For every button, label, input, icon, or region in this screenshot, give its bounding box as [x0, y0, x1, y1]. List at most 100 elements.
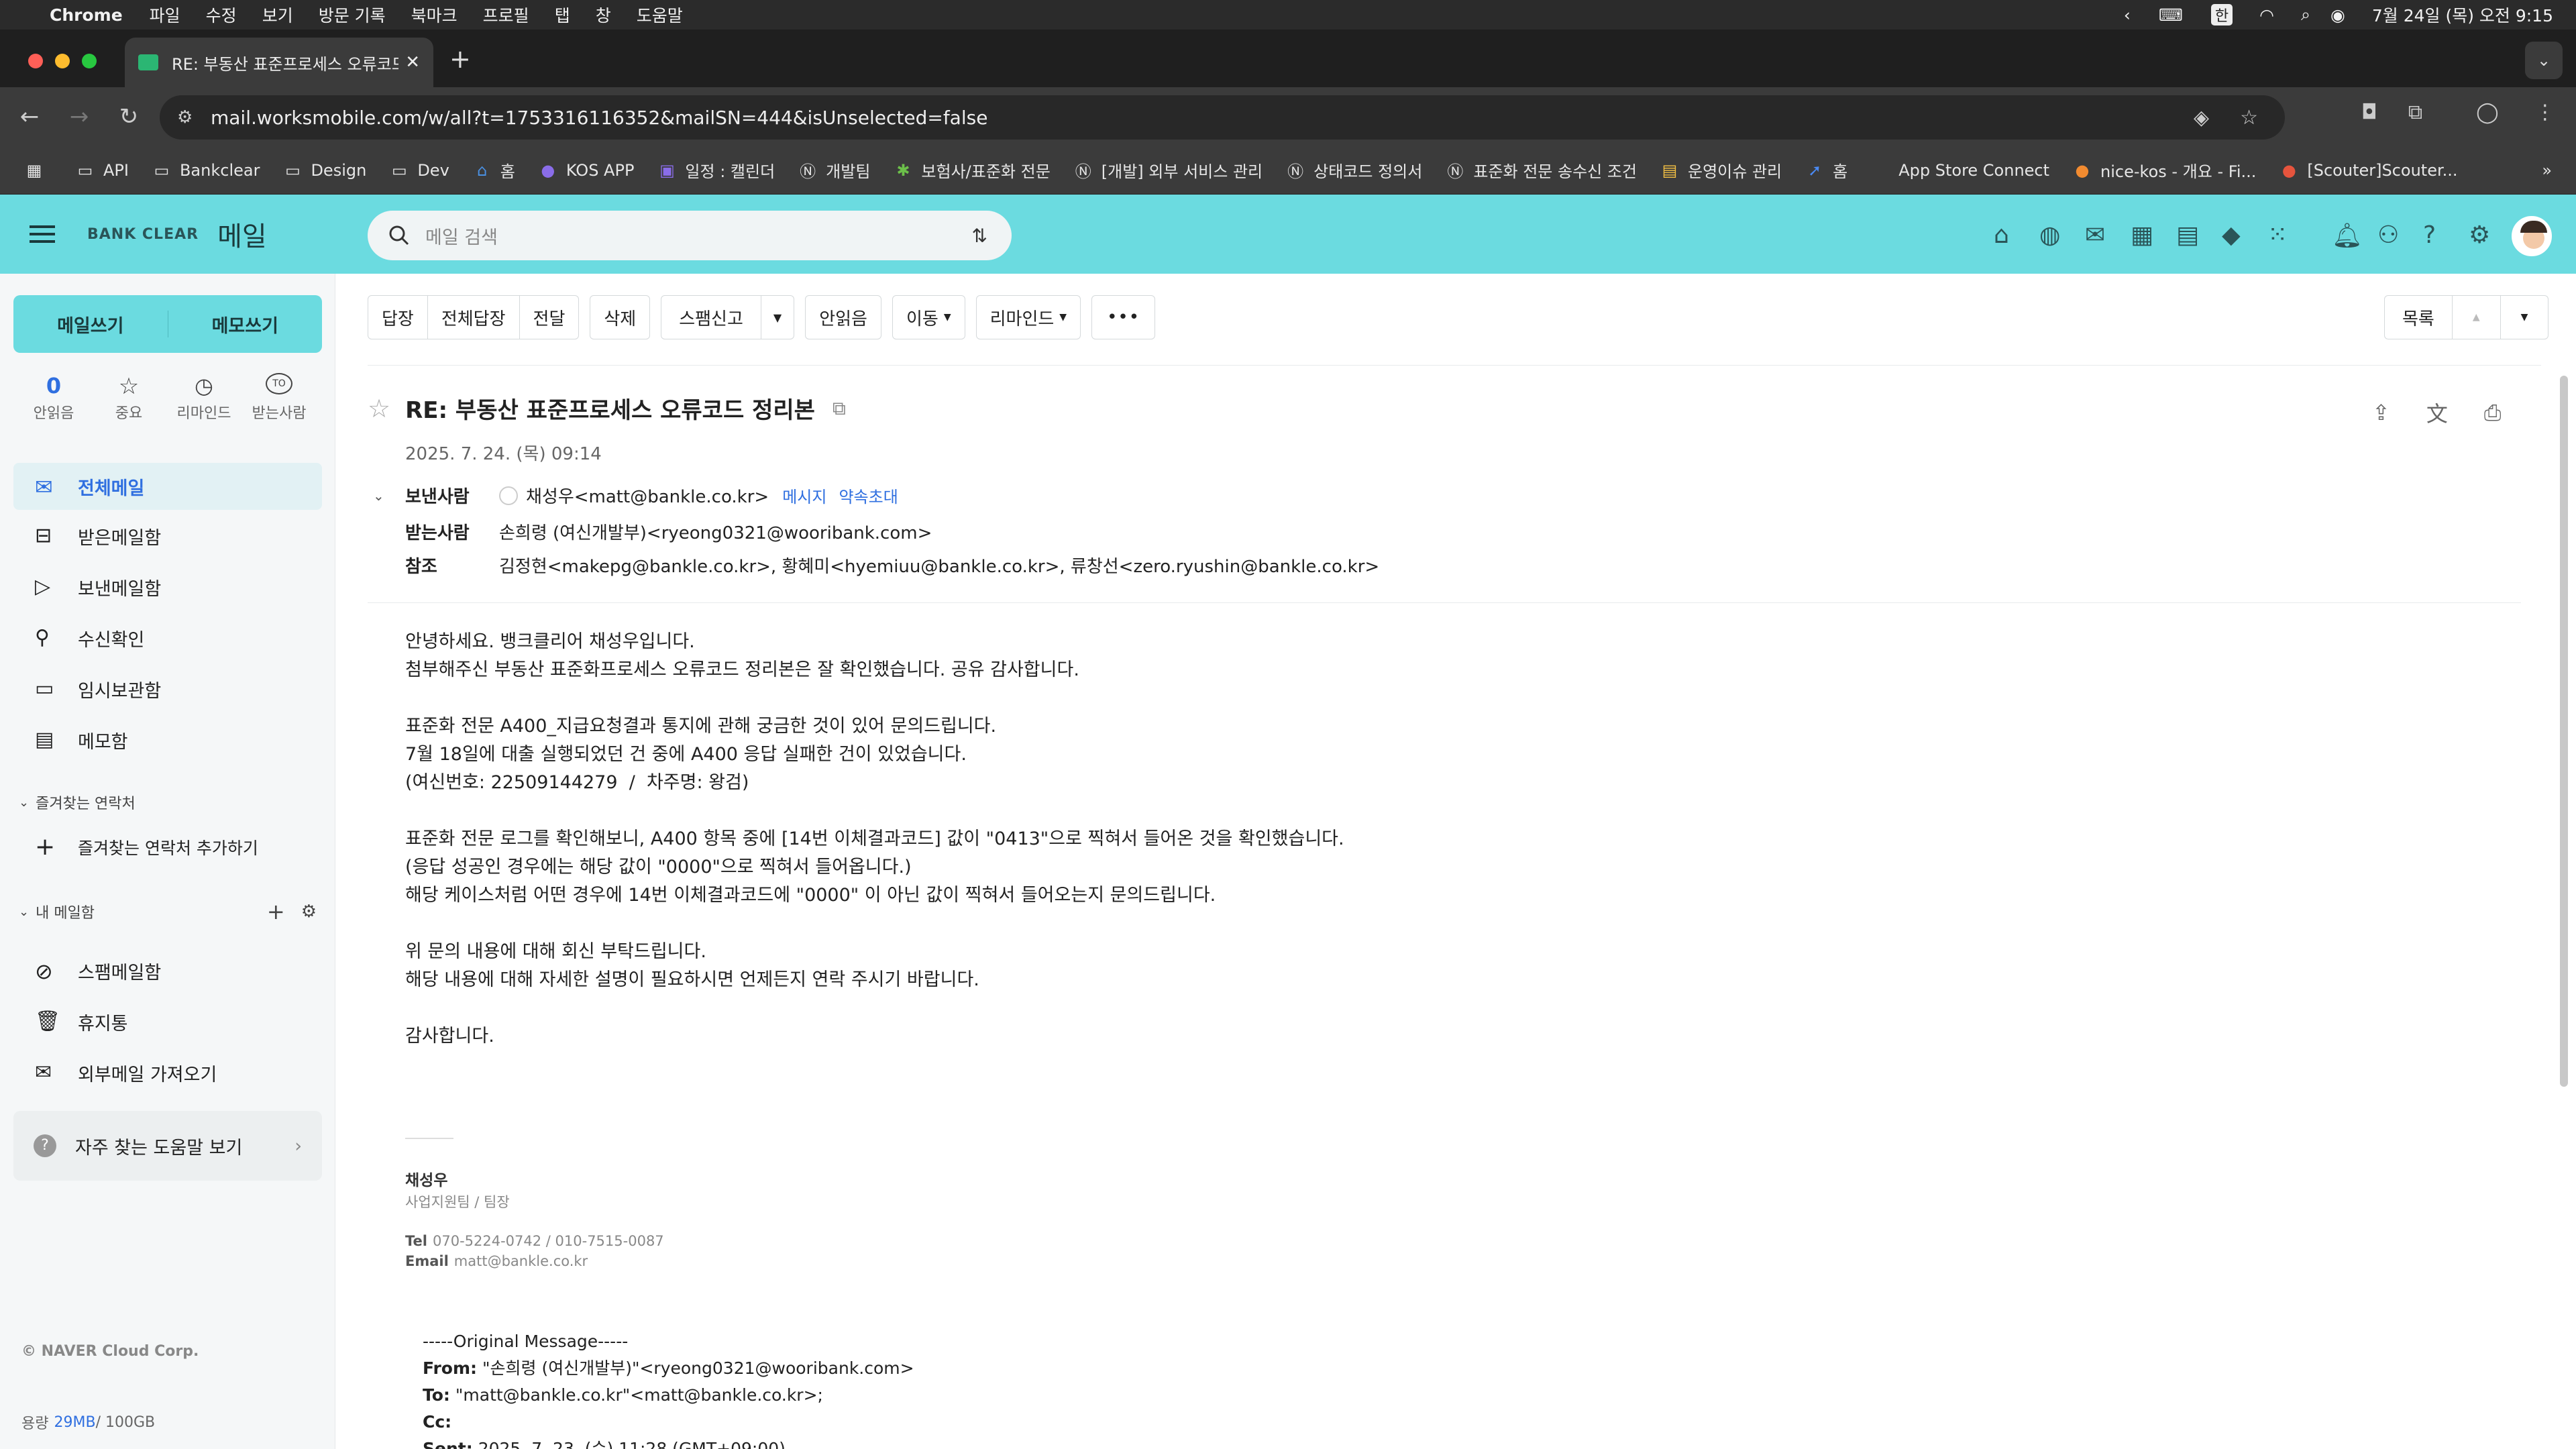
star-icon[interactable]: ☆	[368, 394, 390, 423]
menu-edit[interactable]: 수정	[206, 3, 237, 27]
app-title[interactable]: 메일	[217, 215, 267, 254]
bookmark-dev-team[interactable]: Ⓝ 개발팀	[798, 158, 870, 182]
move-dropdown-button[interactable]: 이동 ▼	[892, 295, 965, 339]
sidebar-item-sent[interactable]: ▷ 보낸메일함	[13, 564, 322, 610]
lens-icon[interactable]: ◈	[2194, 106, 2209, 129]
quick-important[interactable]: ☆ 중요	[91, 373, 166, 423]
sidebar-item-trash[interactable]: 🗑︎ 휴지통	[13, 998, 322, 1045]
mark-unread-button[interactable]: 안읽음	[805, 295, 881, 339]
sidebar-item-drafts[interactable]: ▭ 임시보관함	[13, 665, 322, 712]
bookmark-calendar[interactable]: ▣ 일정 : 캘린더	[657, 158, 775, 182]
profile-icon[interactable]: ◯	[2476, 101, 2499, 124]
input-source-badge[interactable]: 한	[2210, 4, 2233, 25]
more-actions-button[interactable]: •••	[1091, 295, 1156, 339]
bookmark-api[interactable]: ▭ API	[75, 160, 129, 180]
favorites-section-header[interactable]: ⌄ 즐겨찾는 연락처	[19, 792, 136, 813]
bookmark-app-store-connect[interactable]: App Store Connect	[1870, 160, 2049, 180]
settings-gear-icon[interactable]: ⚙	[2469, 221, 2498, 251]
clock[interactable]: 7월 24일 (목) 오전 9:15	[2372, 3, 2553, 27]
extensions-icon[interactable]: ⧉	[2408, 101, 2422, 124]
add-mailbox-icon[interactable]: +	[267, 899, 285, 924]
close-window-button[interactable]	[28, 54, 43, 68]
next-mail-button[interactable]: ▼	[2500, 295, 2549, 339]
bookmark-insurance[interactable]: ✱ 보험사/표준화 전문	[893, 158, 1050, 182]
sidebar-item-memos[interactable]: ▤ 메모함	[13, 716, 322, 763]
write-memo-button[interactable]: 메모쓰기	[168, 311, 323, 337]
sidebar-item-spam[interactable]: ⊘ 스팸메일함	[13, 947, 322, 994]
sidebar-item-import-external[interactable]: ✉ 외부메일 가져오기	[13, 1049, 322, 1096]
apps-grid-icon[interactable]: ▦	[24, 160, 52, 180]
bookmark-nice-kos[interactable]: ● nice-kos - 개요 - Fi...	[2072, 158, 2257, 182]
quick-to-me[interactable]: TO 받는사람	[241, 373, 317, 423]
bookmark-status-codes[interactable]: Ⓝ 상태코드 정의서	[1285, 158, 1422, 182]
drive-icon[interactable]: ◆	[2222, 221, 2251, 251]
back-to-list-button[interactable]: 목록	[2384, 295, 2453, 339]
open-new-window-icon[interactable]: ⧉	[833, 397, 846, 420]
tab-search-button[interactable]: ⌄	[2525, 42, 2563, 79]
menu-file[interactable]: 파일	[150, 3, 180, 27]
more-menu-icon[interactable]: ⋮	[2535, 101, 2555, 124]
reload-icon[interactable]: ↻	[115, 103, 142, 130]
bookmark-external-services[interactable]: Ⓝ [개발] 외부 서비스 관리	[1073, 158, 1263, 182]
bookmark-dev[interactable]: ▭ Dev	[389, 160, 449, 180]
help-faq-button[interactable]: ? 자주 찾는 도움말 보기 ›	[13, 1111, 322, 1181]
bookmark-design[interactable]: ▭ Design	[282, 160, 366, 180]
bookmark-scouter[interactable]: ● [Scouter]Scouter...	[2279, 160, 2458, 180]
collapse-headers-icon[interactable]: ⌄	[373, 488, 405, 504]
forward-icon[interactable]: →	[66, 103, 93, 130]
delete-button[interactable]: 삭제	[590, 295, 651, 339]
bookmark-star-icon[interactable]: ☆	[2240, 106, 2258, 129]
organization-icon[interactable]: ⚇	[2377, 221, 2407, 251]
notification-bell-icon[interactable]: 🔔︎	[2332, 221, 2363, 251]
browser-tab-active[interactable]: RE: 부동산 표준프로세스 오류코드 ✕	[125, 38, 433, 87]
url-text[interactable]: mail.worksmobile.com/w/all?t=17533161163…	[211, 107, 987, 129]
sidebar-item-all-mail[interactable]: ✉ 전체메일	[13, 463, 322, 510]
search-filter-icon[interactable]: ⇅	[972, 225, 987, 247]
help-icon[interactable]: ?	[2423, 221, 2453, 251]
menu-bookmarks[interactable]: 북마크	[411, 3, 458, 27]
menubar-app-name[interactable]: Chrome	[50, 5, 123, 25]
write-mail-button[interactable]: 메일쓰기	[13, 311, 168, 337]
tab-close-icon[interactable]: ✕	[405, 52, 420, 72]
address-bar[interactable]: ⚙ mail.worksmobile.com/w/all?t=175331611…	[160, 95, 2285, 140]
mailbox-settings-icon[interactable]: ⚙	[301, 902, 317, 922]
apps-grid-icon[interactable]: ⁙	[2267, 221, 2297, 251]
menu-profile[interactable]: 프로필	[483, 3, 529, 27]
remind-dropdown-button[interactable]: 리마인드 ▼	[975, 295, 1081, 339]
home-icon[interactable]: ⌂	[1994, 221, 2023, 251]
quick-remind[interactable]: ◷ 리마인드	[166, 373, 241, 423]
site-info-icon[interactable]: ⚙	[177, 107, 193, 127]
menu-help[interactable]: 도움말	[637, 3, 683, 27]
bookmarks-overflow-icon[interactable]: »	[2542, 161, 2552, 180]
meeting-invite-link[interactable]: 약속초대	[839, 484, 898, 507]
forward-button[interactable]: 전달	[519, 295, 580, 339]
reply-button[interactable]: 답장	[368, 295, 428, 339]
reply-all-button[interactable]: 전체답장	[427, 295, 520, 339]
mail-icon[interactable]: ✉	[2085, 221, 2114, 251]
share-icon[interactable]: ⇪	[2372, 400, 2390, 425]
quick-unread[interactable]: 0 안읽음	[16, 373, 91, 423]
email-value[interactable]: matt@bankle.co.kr	[454, 1253, 588, 1269]
bookmark-ops-issues[interactable]: ▤ 운영이슈 관리	[1660, 158, 1782, 182]
recipient-address[interactable]: 손희령 (여신개발부)<ryeong0321@wooribank.com>	[499, 519, 932, 544]
my-mailbox-section-header[interactable]: ⌄ 내 메일함 + ⚙	[19, 899, 317, 924]
menu-window[interactable]: 창	[596, 3, 611, 27]
bookmark-home-2[interactable]: ➚ 홈	[1805, 158, 1847, 182]
spam-options-dropdown[interactable]: ▼	[761, 295, 795, 339]
previous-mail-button[interactable]: ▲	[2452, 295, 2501, 339]
menu-history[interactable]: 방문 기록	[319, 3, 386, 27]
bookmark-bankclear[interactable]: ▭ Bankclear	[152, 160, 260, 180]
cc-addresses[interactable]: 김정현<makepg@bankle.co.kr>, 황혜미<hyemiuu@ba…	[499, 553, 1379, 578]
keyboard-icon[interactable]: ⌨	[2159, 5, 2183, 25]
sender-address[interactable]: 채성우<matt@bankle.co.kr>	[526, 483, 769, 508]
message-icon[interactable]: ◍	[2039, 221, 2069, 251]
menu-view[interactable]: 보기	[262, 3, 293, 27]
new-tab-button[interactable]: +	[449, 44, 471, 74]
menu-tab[interactable]: 탭	[555, 3, 570, 27]
menu-hamburger-icon[interactable]	[30, 221, 55, 248]
wifi-icon[interactable]: ◠	[2259, 5, 2274, 25]
minimize-window-button[interactable]	[55, 54, 70, 68]
user-avatar[interactable]	[2512, 216, 2552, 256]
back-icon[interactable]: ←	[16, 103, 43, 130]
chevron-left-icon[interactable]: ‹	[2124, 5, 2131, 25]
